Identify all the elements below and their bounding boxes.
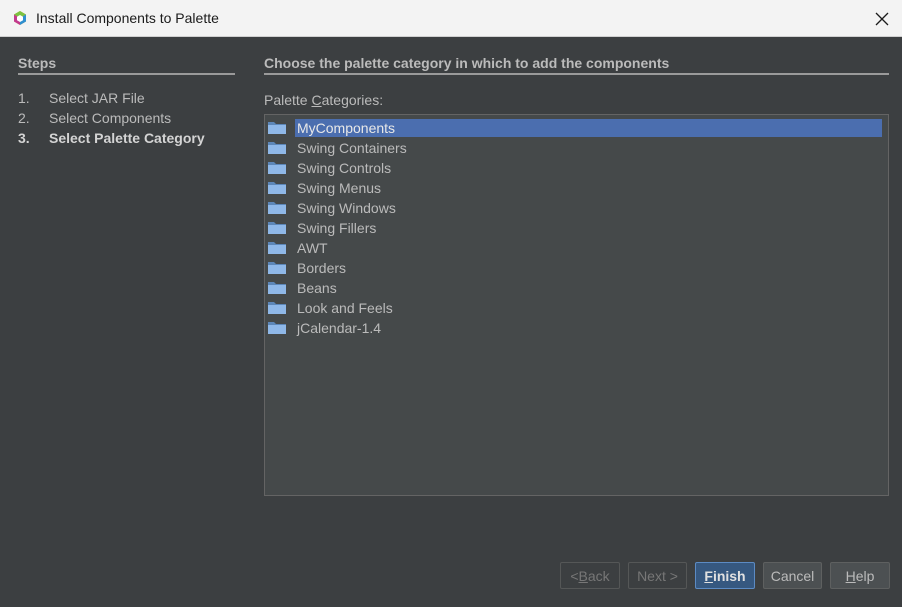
folder-icon [268, 302, 286, 314]
title-bar: Install Components to Palette [0, 0, 902, 37]
finish-button[interactable]: Finish [695, 562, 755, 589]
category-label: AWT [297, 240, 328, 256]
netbeans-icon [14, 11, 26, 25]
window-title: Install Components to Palette [36, 10, 219, 26]
folder-icon [268, 322, 286, 334]
list-item[interactable]: Look and Feels [265, 297, 888, 317]
button-mnemonic: B [578, 567, 588, 584]
category-label: Borders [297, 260, 347, 276]
list-item[interactable]: MyComponents [265, 117, 888, 137]
help-button[interactable]: Help [830, 562, 890, 589]
step-item: 2. Select Components [18, 110, 171, 126]
folder-icon [268, 182, 286, 194]
folder-icon [268, 242, 286, 254]
folder-icon [268, 142, 286, 154]
category-label: Look and Feels [297, 300, 393, 316]
label-mnemonic: C [311, 92, 322, 108]
list-item[interactable]: Borders [265, 257, 888, 277]
category-label: Swing Menus [297, 180, 382, 196]
category-label: Swing Containers [297, 140, 407, 156]
next-button[interactable]: Next > [628, 562, 687, 589]
cancel-button[interactable]: Cancel [763, 562, 822, 589]
list-item[interactable]: Swing Containers [265, 137, 888, 157]
category-label: Swing Controls [297, 160, 392, 176]
button-mnemonic: H [845, 567, 856, 584]
close-icon [875, 12, 889, 25]
folder-icon [268, 282, 286, 294]
category-label: Swing Windows [297, 200, 396, 216]
step-label: Select Components [49, 110, 172, 126]
folder-icon [268, 262, 286, 274]
step-label: Select Palette Category [49, 130, 205, 146]
list-item[interactable]: Swing Menus [265, 177, 888, 197]
step-number: 1. [18, 90, 30, 106]
category-label: Swing Fillers [297, 220, 377, 236]
step-number: 3. [18, 130, 30, 146]
list-item[interactable]: Beans [265, 277, 888, 297]
category-label: jCalendar-1.4 [297, 320, 382, 336]
list-item[interactable]: Swing Fillers [265, 217, 888, 237]
page-title: Choose the palette category in which to … [264, 55, 889, 75]
button-text: ack [587, 567, 610, 584]
close-button[interactable] [862, 0, 902, 37]
list-item[interactable]: Swing Controls [265, 157, 888, 177]
category-label: MyComponents [295, 119, 882, 137]
list-item[interactable]: AWT [265, 237, 888, 257]
list-item[interactable]: Swing Windows [265, 197, 888, 217]
step-label: Select JAR File [49, 90, 145, 106]
button-text: Next > [637, 567, 678, 584]
label-text: ategories: [321, 92, 384, 108]
folder-icon [268, 222, 286, 234]
palette-category-list[interactable]: MyComponents Swing Containers Swing Contro… [264, 114, 889, 496]
step-number: 2. [18, 110, 30, 126]
button-mnemonic: F [704, 567, 713, 584]
folder-icon [268, 202, 286, 214]
step-item: 1. Select JAR File [18, 90, 145, 106]
button-text: < [570, 567, 579, 584]
list-item[interactable]: jCalendar-1.4 [265, 317, 888, 337]
label-text: Palette [264, 92, 312, 108]
category-label: Beans [297, 280, 337, 296]
folder-icon [268, 122, 286, 134]
button-text: elp [855, 567, 875, 584]
button-text: Cancel [770, 567, 815, 584]
steps-heading: Steps [18, 55, 235, 75]
folder-icon [268, 162, 286, 174]
back-button[interactable]: < Back [560, 562, 620, 589]
step-item-current: 3. Select Palette Category [18, 130, 205, 146]
button-text: inish [712, 567, 746, 584]
palette-categories-label: Palette Categories: [264, 92, 383, 108]
